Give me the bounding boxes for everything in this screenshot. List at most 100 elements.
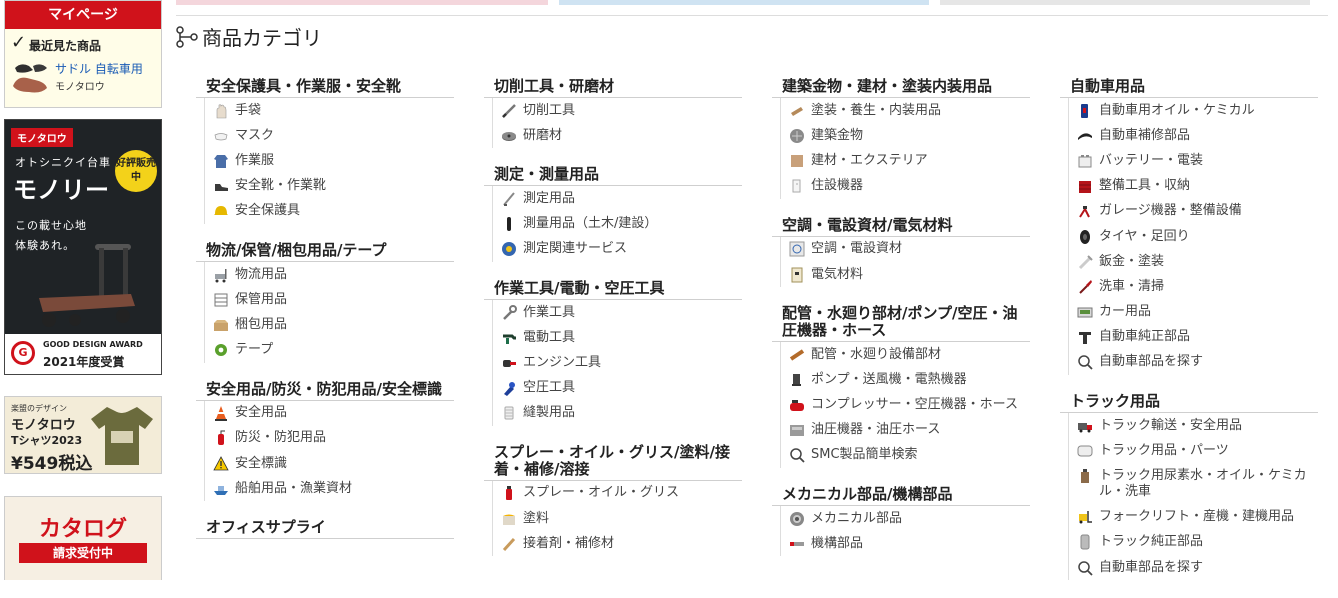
subcategory-link[interactable]: 作業工具 bbox=[501, 300, 742, 325]
subcategory-link[interactable]: 空圧工具 bbox=[501, 376, 742, 401]
subcategory-link[interactable]: エンジン工具 bbox=[501, 350, 742, 375]
category-group: 安全用品/防災・防犯用品/安全標識 安全用品 防災・防犯用品 安全標識 船舶用品・漁業資… bbox=[196, 380, 454, 502]
saddle-thumbnail[interactable] bbox=[11, 60, 51, 96]
subcategory-link[interactable]: 自動車部品を探す bbox=[1077, 555, 1318, 580]
subcategory-link[interactable]: ポンプ・送風機・電熱機器 bbox=[789, 367, 1030, 392]
category-heading-link[interactable]: 物流/保管/梱包用品/テープ bbox=[196, 241, 454, 262]
subcategory-link[interactable]: トラック用尿素水・オイル・ケミカル・洗車 bbox=[1077, 463, 1318, 504]
subcategory-link[interactable]: カー用品 bbox=[1077, 300, 1318, 325]
subcategory-label: 自動車部品を探す bbox=[1099, 559, 1204, 575]
subcategory-link[interactable]: トラック輸送・安全用品 bbox=[1077, 413, 1318, 438]
subcategory-link[interactable]: 配管・水廻り設備部材 bbox=[789, 342, 1030, 367]
truck-part-icon bbox=[1077, 443, 1093, 459]
subcategory-link[interactable]: 電気材料 bbox=[789, 262, 1030, 287]
tire-icon bbox=[1077, 229, 1093, 245]
subcategory-link[interactable]: 油圧機器・油圧ホース bbox=[789, 418, 1030, 443]
trowel-icon bbox=[789, 103, 805, 119]
subcategory-link[interactable]: 梱包用品 bbox=[213, 312, 454, 337]
subcategory-link[interactable]: 自動車補修部品 bbox=[1077, 123, 1318, 148]
subcategory-label: 電動工具 bbox=[523, 329, 576, 345]
subcategory-link[interactable]: 縫製用品 bbox=[501, 401, 742, 426]
subcategory-link[interactable]: 接着剤・補修材 bbox=[501, 531, 742, 556]
subcategory-link[interactable]: トラック用品・パーツ bbox=[1077, 438, 1318, 463]
category-heading-link[interactable]: 空調・電設資材/電気材料 bbox=[772, 216, 1030, 237]
recent-item[interactable]: サドル 自転車用 モノタロウ bbox=[5, 60, 161, 100]
subcategory-link[interactable]: 自動車用オイル・ケミカル bbox=[1077, 98, 1318, 123]
subcategory-link[interactable]: 安全用品 bbox=[213, 401, 454, 426]
subcategory-link[interactable]: トラック純正部品 bbox=[1077, 530, 1318, 555]
box-icon bbox=[213, 317, 229, 333]
subcategory-link[interactable]: 機構部品 bbox=[789, 531, 1030, 556]
top-banner-strip-3[interactable] bbox=[940, 0, 1310, 5]
subcategory-link[interactable]: 自動車部品を探す bbox=[1077, 350, 1318, 375]
subcategory-link[interactable]: テープ bbox=[213, 338, 454, 363]
subcategory-link[interactable]: 研磨材 bbox=[501, 123, 742, 148]
subcategory-link[interactable]: フォークリフト・産機・建機用品 bbox=[1077, 505, 1318, 530]
subcategory-link[interactable]: 船舶用品・漁業資材 bbox=[213, 476, 454, 501]
subcategory-link[interactable]: 電動工具 bbox=[501, 325, 742, 350]
category-heading-link[interactable]: 自動車用品 bbox=[1060, 78, 1318, 98]
subcategory-link[interactable]: 安全保護具 bbox=[213, 199, 454, 224]
subcategory-link[interactable]: 手袋 bbox=[213, 98, 454, 123]
subcategory-link[interactable]: 測定関連サービス bbox=[501, 237, 742, 262]
top-banner-strip-2[interactable] bbox=[559, 0, 929, 5]
subcategory-link[interactable]: 整備工具・収納 bbox=[1077, 174, 1318, 199]
subcategory-link[interactable]: 防災・防犯用品 bbox=[213, 426, 454, 451]
pump-icon bbox=[789, 372, 805, 388]
subcategory-label: 梱包用品 bbox=[235, 316, 288, 332]
subcategory-link[interactable]: 鈑金・塗装 bbox=[1077, 249, 1318, 274]
extinguisher-icon bbox=[213, 430, 229, 446]
subcategory-link[interactable]: 住設機器 bbox=[789, 174, 1030, 199]
category-heading-link[interactable]: 建築金物・建材・塗装内装用品 bbox=[772, 78, 1030, 98]
subcategory-link[interactable]: 安全靴・作業靴 bbox=[213, 174, 454, 199]
subcategory-link[interactable]: 測定用品 bbox=[501, 186, 742, 211]
subcategory-link[interactable]: 建材・エクステリア bbox=[789, 148, 1030, 173]
subcategory-link[interactable]: 空調・電設資材 bbox=[789, 237, 1030, 262]
subcategory-link[interactable]: 建築金物 bbox=[789, 123, 1030, 148]
subcategory-link[interactable]: SMC製品簡単検索 bbox=[789, 443, 1030, 468]
category-heading-link[interactable]: 作業工具/電動・空圧工具 bbox=[484, 279, 742, 300]
subcategory-link[interactable]: バッテリー・電装 bbox=[1077, 148, 1318, 173]
mypage-link[interactable]: マイページ bbox=[5, 1, 161, 29]
subcategory-link[interactable]: 自動車純正部品 bbox=[1077, 325, 1318, 350]
recent-item-name[interactable]: サドル 自転車用 bbox=[55, 60, 143, 77]
category-heading-link[interactable]: トラック用品 bbox=[1060, 393, 1318, 414]
subcategory-label: 安全保護具 bbox=[235, 203, 301, 219]
subcategory-link[interactable]: 切削工具 bbox=[501, 98, 742, 123]
subcategory-link[interactable]: 作業服 bbox=[213, 148, 454, 173]
tshirt-promo-banner[interactable]: 楽盟のデザイン モノタロウ Tシャツ2023 ¥549税込 bbox=[4, 396, 162, 474]
subcategory-label: 住設機器 bbox=[811, 178, 864, 194]
subcategory-link[interactable]: ガレージ機器・整備設備 bbox=[1077, 199, 1318, 224]
subcategory-link[interactable]: コンプレッサー・空圧機器・ホース bbox=[789, 393, 1030, 418]
top-banner-strip-1[interactable] bbox=[176, 0, 548, 5]
cart-promo-banner[interactable]: モノタロウ オトシニクイ台車 モノリー 好評販売中 この載せ心地 体験あれ。 G… bbox=[4, 119, 162, 375]
subcategory-label: カー用品 bbox=[1099, 304, 1152, 320]
subcategory-link[interactable]: スプレー・オイル・グリス bbox=[501, 481, 742, 506]
category-heading-link[interactable]: 切削工具・研磨材 bbox=[484, 78, 742, 98]
category-heading-link[interactable]: スプレー・オイル・グリス/塗料/接着・補修/溶接 bbox=[484, 443, 742, 481]
subcategory-link[interactable]: 塗料 bbox=[501, 506, 742, 531]
category-heading-link[interactable]: メカニカル部品/機構部品 bbox=[772, 486, 1030, 507]
subcategory-link[interactable]: 保管用品 bbox=[213, 287, 454, 312]
category-heading-link[interactable]: 安全用品/防災・防犯用品/安全標識 bbox=[196, 380, 454, 401]
subcategory-link[interactable]: 安全標識 bbox=[213, 451, 454, 476]
survey-pole-icon bbox=[501, 216, 517, 232]
subcategory-link[interactable]: 測量用品（土木/建設） bbox=[501, 212, 742, 237]
hydraulic-icon bbox=[789, 422, 805, 438]
subcategory-link[interactable]: 塗装・養生・内装用品 bbox=[789, 98, 1030, 123]
chainsaw-icon bbox=[501, 355, 517, 371]
subcategory-link[interactable]: マスク bbox=[213, 123, 454, 148]
subcategory-link[interactable]: 物流用品 bbox=[213, 262, 454, 287]
category-heading-link[interactable]: 安全保護具・作業服・安全靴 bbox=[196, 78, 454, 98]
catalog-promo-banner[interactable]: カタログ 請求受付中 bbox=[4, 496, 162, 580]
search-icon bbox=[789, 447, 805, 464]
subcategory-link[interactable]: タイヤ・足回り bbox=[1077, 224, 1318, 249]
grinding-disc-icon bbox=[501, 128, 517, 144]
category-heading-link[interactable]: オフィスサプライ bbox=[196, 519, 454, 540]
mask-icon bbox=[213, 128, 229, 144]
subcategory-link[interactable]: メカニカル部品 bbox=[789, 506, 1030, 531]
glue-icon bbox=[501, 536, 517, 552]
category-heading-link[interactable]: 測定・測量用品 bbox=[484, 166, 742, 187]
category-heading-link[interactable]: 配管・水廻り部材/ポンプ/空圧・油圧機器・ホース bbox=[772, 305, 1030, 343]
subcategory-link[interactable]: 洗車・清掃 bbox=[1077, 274, 1318, 299]
